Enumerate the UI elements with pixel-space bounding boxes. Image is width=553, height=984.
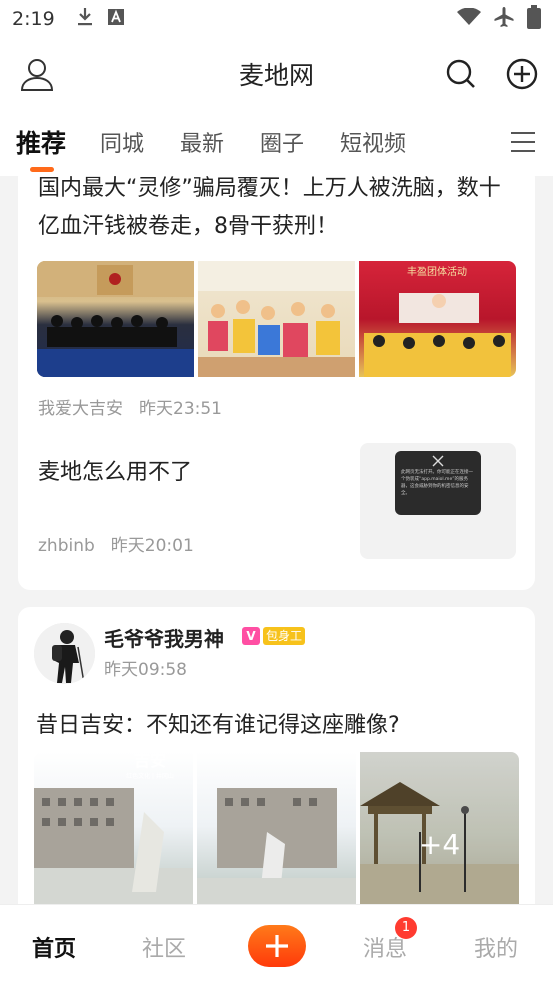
nav-profile[interactable]: 我的 bbox=[474, 931, 518, 963]
image-caption: 丰盈团体活动 bbox=[407, 265, 467, 278]
category-tabs: 推荐 同城 最新 圈子 短视频 bbox=[0, 110, 553, 176]
more-images-count[interactable]: +4 bbox=[360, 752, 519, 904]
feed-card: 毛爷爷我男神 V 包身工 昨天09:58 昔日吉安：不知还有谁记得这座雕像? 吉… bbox=[18, 607, 535, 904]
thumbnail-text: 此网页无法打开。你可能正在连接一个伪装成“app.maiol.me”的服务器，这… bbox=[401, 470, 473, 496]
post-time: 昨天09:58 bbox=[104, 660, 187, 680]
vip-badge: V bbox=[242, 627, 260, 645]
post-image[interactable] bbox=[37, 261, 194, 377]
message-badge: 1 bbox=[395, 917, 417, 939]
image-caption: 吉安 bbox=[134, 752, 166, 770]
status-time: 2:19 bbox=[12, 8, 55, 30]
post-image[interactable] bbox=[197, 752, 356, 904]
post-time: 昨天23:51 bbox=[139, 399, 222, 419]
post-image[interactable]: 丰盈团体活动 bbox=[359, 261, 516, 377]
post-thumbnail[interactable]: 此网页无法打开。你可能正在连接一个伪装成“app.maiol.me”的服务器，这… bbox=[360, 443, 516, 559]
title-badge: 包身工 bbox=[263, 627, 306, 645]
post-meta: zhbinb 昨天20:01 bbox=[38, 531, 194, 556]
avatar[interactable] bbox=[34, 623, 95, 684]
author-name[interactable]: 毛爷爷我男神 bbox=[104, 623, 224, 652]
close-icon bbox=[432, 455, 444, 467]
post-title[interactable]: 国内最大“灵修”骗局覆灭！上万人被洗脑，数十亿血汗钱被卷走，8骨干获刑！ bbox=[38, 176, 518, 246]
feed-card: 国内最大“灵修”骗局覆灭！上万人被洗脑，数十亿血汗钱被卷走，8骨干获刑！ 丰盈团… bbox=[18, 176, 535, 590]
error-dialog-preview: 此网页无法打开。你可能正在连接一个伪装成“app.maiol.me”的服务器，这… bbox=[395, 451, 481, 515]
download-icon bbox=[77, 7, 93, 32]
plus-icon bbox=[266, 935, 288, 957]
tab-short-video[interactable]: 短视频 bbox=[340, 126, 406, 158]
tab-circles[interactable]: 圈子 bbox=[260, 126, 304, 158]
post-image[interactable]: +4 bbox=[360, 752, 519, 904]
post-image-grid[interactable]: 丰盈团体活动 bbox=[37, 261, 516, 377]
tab-latest[interactable]: 最新 bbox=[180, 126, 224, 158]
active-tab-indicator bbox=[30, 167, 54, 172]
post-image[interactable]: 吉安 红色文化 | 井冈山 bbox=[34, 752, 193, 904]
search-icon[interactable] bbox=[443, 56, 479, 92]
tab-local[interactable]: 同城 bbox=[100, 126, 144, 158]
post-image[interactable] bbox=[198, 261, 355, 377]
menu-icon[interactable] bbox=[511, 132, 535, 152]
tab-recommend[interactable]: 推荐 bbox=[16, 124, 66, 160]
post-author[interactable]: zhbinb bbox=[38, 536, 95, 556]
wifi-icon bbox=[457, 7, 481, 31]
image-subcaption: 红色文化 | 井冈山 bbox=[126, 772, 174, 780]
airplane-mode-icon bbox=[493, 6, 515, 33]
add-circle-icon[interactable] bbox=[504, 56, 540, 92]
app-header: 麦地网 bbox=[0, 38, 553, 110]
post-image-grid[interactable]: 吉安 红色文化 | 井冈山 +4 bbox=[34, 752, 519, 904]
post-title[interactable]: 昔日吉安：不知还有谁记得这座雕像? bbox=[36, 707, 400, 739]
create-post-button[interactable] bbox=[248, 925, 306, 967]
status-bar: 2:19 bbox=[0, 0, 553, 38]
post-time: 昨天20:01 bbox=[110, 536, 194, 556]
post-meta: 我爱大吉安 昨天23:51 bbox=[38, 394, 222, 419]
a-notification-icon bbox=[107, 8, 125, 31]
battery-icon bbox=[527, 4, 541, 34]
post-author[interactable]: 我爱大吉安 bbox=[38, 399, 123, 419]
nav-home[interactable]: 首页 bbox=[32, 931, 76, 963]
bottom-nav: 首页 社区 消息 1 我的 bbox=[0, 904, 553, 984]
post-title[interactable]: 麦地怎么用不了 bbox=[38, 454, 192, 486]
feed[interactable]: 国内最大“灵修”骗局覆灭！上万人被洗脑，数十亿血汗钱被卷走，8骨干获刑！ 丰盈团… bbox=[0, 176, 553, 904]
nav-community[interactable]: 社区 bbox=[142, 931, 186, 963]
